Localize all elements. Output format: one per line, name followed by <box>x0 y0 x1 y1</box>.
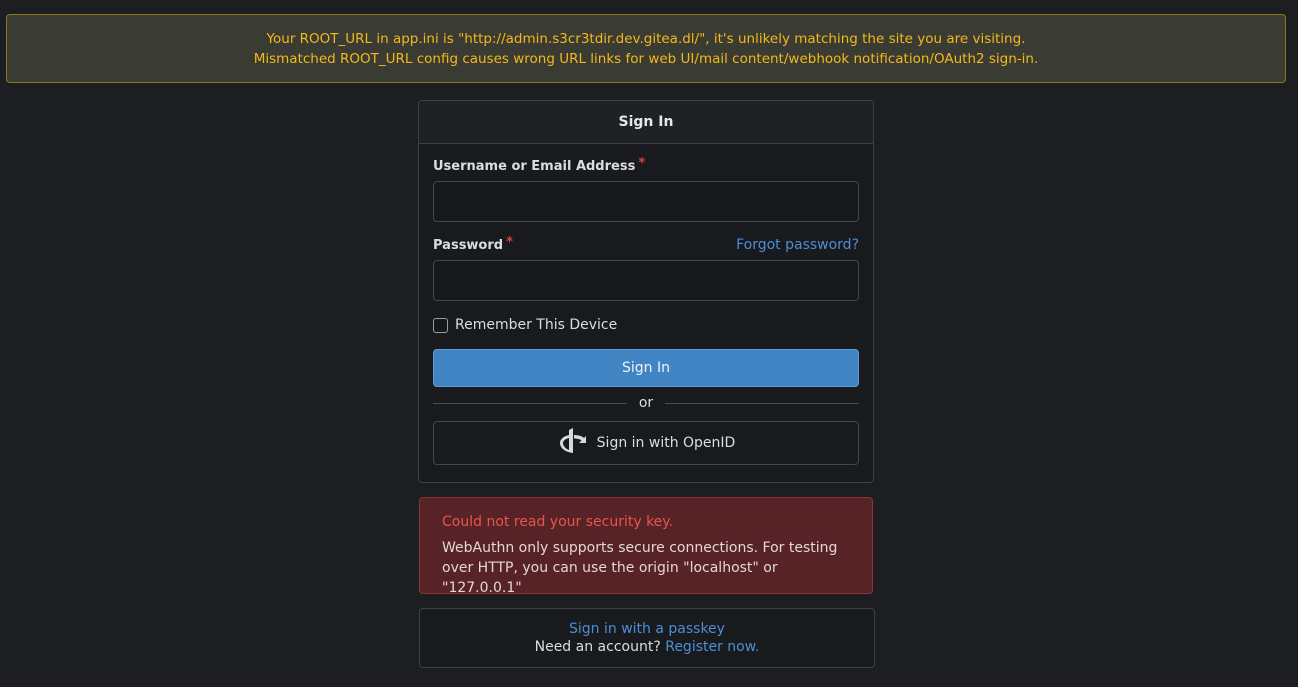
required-asterisk: * <box>638 156 646 171</box>
openid-label: Sign in with OpenID <box>596 435 736 451</box>
required-asterisk: * <box>506 235 513 250</box>
signin-title: Sign In <box>419 101 873 144</box>
error-title: Could not read your security key. <box>442 514 674 530</box>
password-label: Password * <box>433 235 513 253</box>
sign-in-button[interactable]: Sign In <box>433 349 859 387</box>
warning-line-2: Mismatched ROOT_URL config causes wrong … <box>253 51 1039 67</box>
openid-icon <box>557 427 587 459</box>
password-input[interactable] <box>433 260 859 301</box>
username-label: Username or Email Address * <box>433 156 646 174</box>
forgot-password-link[interactable]: Forgot password? <box>736 237 859 253</box>
root-url-warning-banner: Your ROOT_URL in app.ini is "http://admi… <box>6 14 1286 83</box>
username-input[interactable] <box>433 181 859 222</box>
error-text: WebAuthn only supports secure connection… <box>442 540 838 596</box>
warning-line-1: Your ROOT_URL in app.ini is "http://admi… <box>266 31 1026 47</box>
passkey-signin-link[interactable]: Sign in with a passkey <box>569 621 725 637</box>
signin-card: Sign In Username or Email Address * Passw… <box>418 100 874 483</box>
remember-device-option[interactable]: Remember This Device <box>433 317 617 333</box>
or-divider: or <box>433 393 860 413</box>
passkey-box: Sign in with a passkey Need an account? … <box>419 608 875 668</box>
need-account-text: Need an account? <box>534 639 661 655</box>
register-link[interactable]: Register now. <box>665 639 759 655</box>
remember-device-checkbox[interactable] <box>433 317 448 333</box>
remember-device-label: Remember This Device <box>455 317 618 333</box>
divider-text: or <box>638 395 654 411</box>
openid-signin-button[interactable]: Sign in with OpenID <box>433 421 859 465</box>
webauthn-error-message: Could not read your security key. WebAut… <box>419 497 873 596</box>
